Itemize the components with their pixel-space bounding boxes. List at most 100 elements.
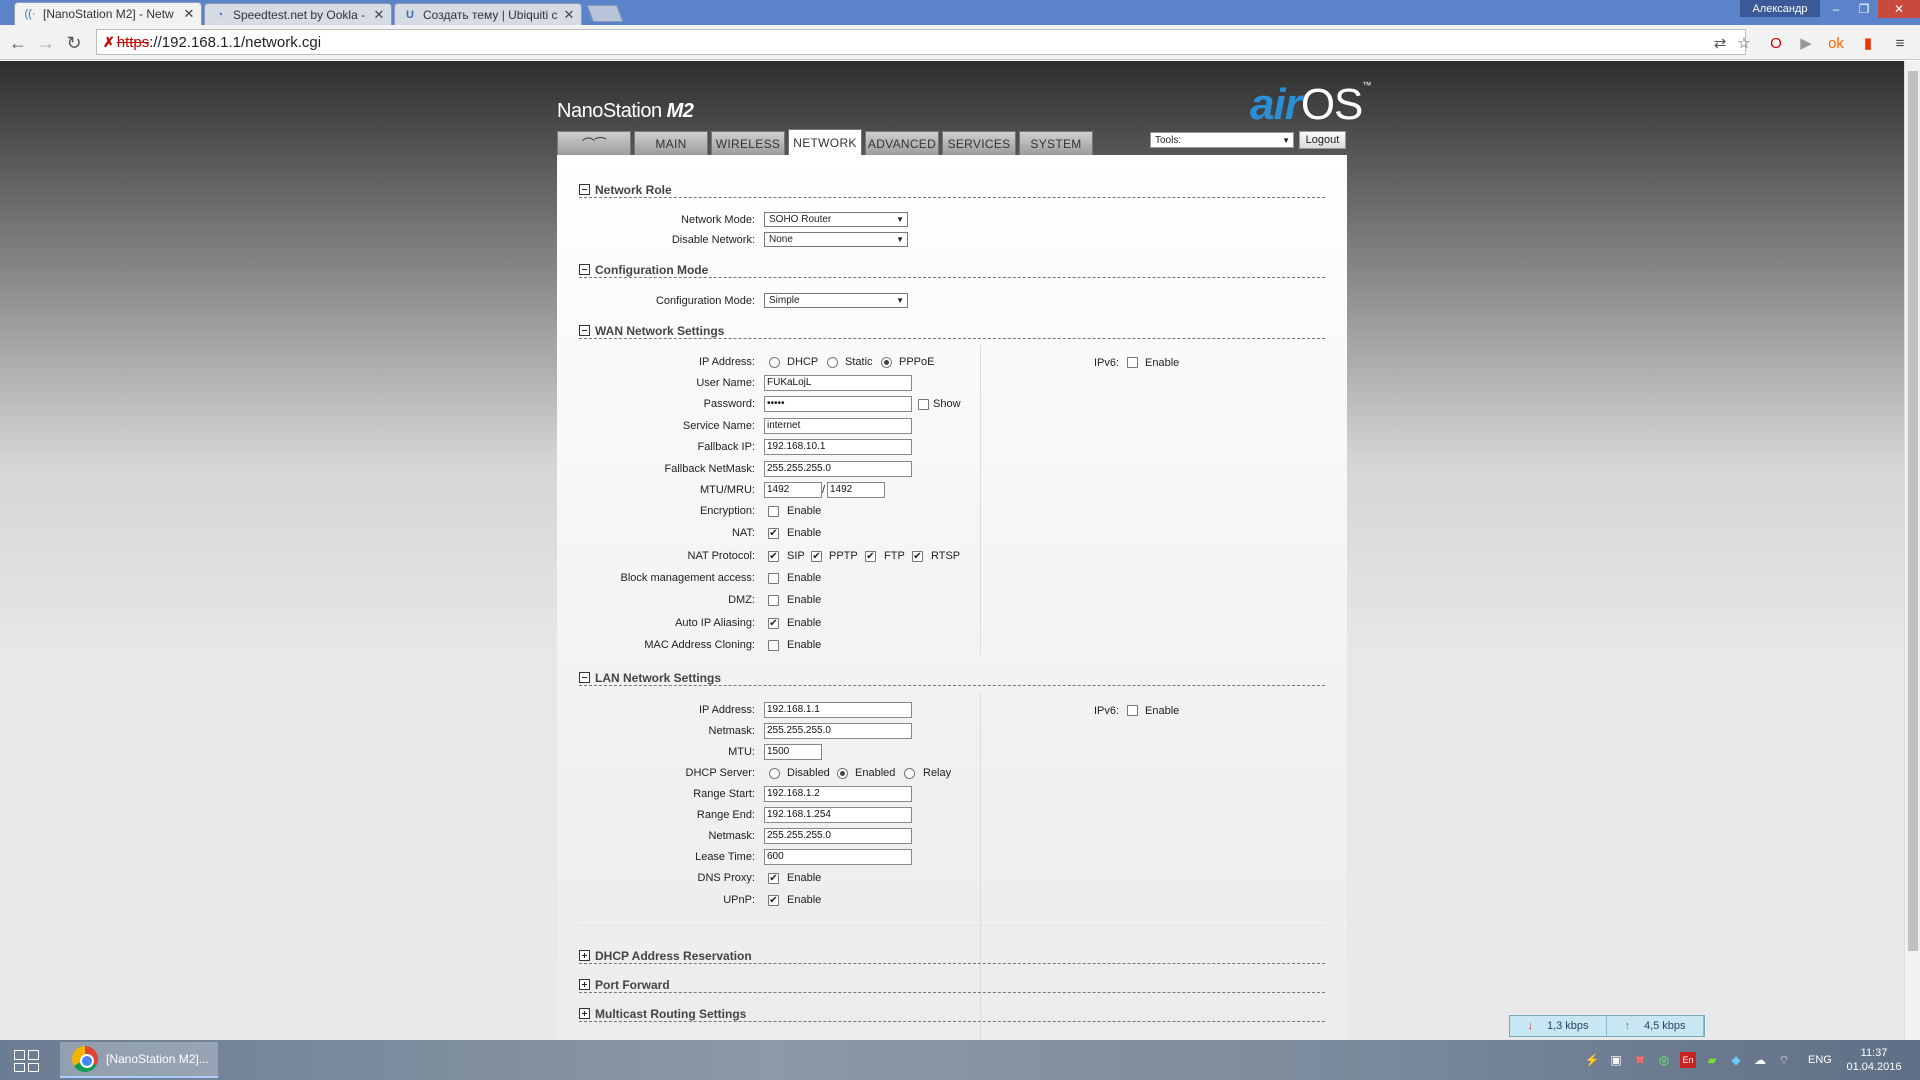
section-multicast-routing[interactable]: Multicast Routing Settings (579, 1006, 1325, 1022)
network-mode-select[interactable]: SOHO Router ▼ (764, 212, 908, 227)
tab-ubiquiti-logo[interactable]: ⌒⁀ (557, 131, 631, 155)
range-end-input[interactable]: 192.168.1.254 (764, 807, 912, 823)
vertical-scrollbar[interactable] (1904, 61, 1920, 1040)
back-icon[interactable]: ← (6, 31, 30, 55)
show-password-checkbox[interactable] (918, 399, 929, 410)
nat-rtsp-checkbox[interactable]: ✔ (912, 551, 923, 562)
logout-button[interactable]: Logout (1299, 131, 1346, 149)
dmz-checkbox[interactable] (768, 595, 779, 606)
section-network-role[interactable]: Network Role (579, 182, 1325, 198)
play-icon[interactable]: ▶ (1796, 33, 1816, 53)
tray-dropbox-icon[interactable]: ◆ (1728, 1052, 1744, 1068)
expand-icon[interactable] (579, 950, 590, 961)
wan-pppoe-radio[interactable] (881, 357, 892, 368)
forward-icon[interactable]: → (34, 31, 58, 55)
collapse-icon[interactable] (579, 325, 590, 336)
lease-time-input[interactable]: 600 (764, 849, 912, 865)
range-start-input[interactable]: 192.168.1.2 (764, 786, 912, 802)
scrollbar-thumb[interactable] (1908, 71, 1918, 951)
configuration-mode-select[interactable]: Simple ▼ (764, 293, 908, 308)
taskbar-clock[interactable]: 11:37 01.04.2016 (1846, 1046, 1902, 1074)
disable-network-select[interactable]: None ▼ (764, 232, 908, 247)
section-port-forward[interactable]: Port Forward (579, 977, 1325, 993)
opera-icon[interactable]: O (1766, 33, 1786, 53)
expand-icon[interactable] (579, 1008, 590, 1019)
section-configuration-mode[interactable]: Configuration Mode (579, 262, 1325, 278)
nat-pptp-checkbox[interactable]: ✔ (811, 551, 822, 562)
tab-services[interactable]: SERVICES (942, 131, 1016, 155)
download-speed: ↓ 1,3 kbps (1510, 1016, 1607, 1036)
block-mgmt-checkbox[interactable] (768, 573, 779, 584)
lan-ipv6-checkbox[interactable] (1127, 705, 1138, 716)
tab-main[interactable]: MAIN (634, 131, 708, 155)
expand-icon[interactable] (579, 979, 590, 990)
fallback-netmask-input[interactable]: 255.255.255.0 (764, 461, 912, 477)
tray-wifi-icon[interactable]: ⌔ (1776, 1052, 1792, 1068)
wan-ipv6-checkbox[interactable] (1127, 357, 1138, 368)
collapse-icon[interactable] (579, 264, 590, 275)
restore-icon[interactable]: ❐ (1850, 0, 1878, 18)
close-window-icon[interactable]: ✕ (1878, 0, 1920, 18)
tab-advanced[interactable]: ADVANCED (865, 131, 939, 155)
dhcp-relay-radio[interactable] (904, 768, 915, 779)
tray-language-icon[interactable]: En (1680, 1052, 1696, 1068)
nat-checkbox[interactable]: ✔ (768, 528, 779, 539)
auto-ip-aliasing-checkbox[interactable]: ✔ (768, 618, 779, 629)
dns-proxy-checkbox[interactable]: ✔ (768, 873, 779, 884)
new-tab-button[interactable] (586, 5, 624, 22)
close-icon[interactable]: ✕ (371, 7, 387, 23)
tab-wireless[interactable]: WIRELESS (711, 131, 785, 155)
mru-input[interactable]: 1492 (827, 482, 885, 498)
window-user-badge[interactable]: Александр (1740, 0, 1820, 17)
tab-system[interactable]: SYSTEM (1019, 131, 1093, 155)
minimize-icon[interactable]: – (1822, 0, 1850, 18)
input-language[interactable]: ENG (1808, 1054, 1832, 1066)
menu-icon[interactable]: ≡ (1890, 33, 1910, 53)
lan-ip-address-input[interactable]: 192.168.1.1 (764, 702, 912, 718)
reload-icon[interactable]: ↻ (62, 31, 86, 55)
section-wan-settings[interactable]: WAN Network Settings (579, 323, 1325, 339)
username-label: User Name: (696, 377, 755, 389)
tray-chrome-icon[interactable]: ◎ (1656, 1052, 1672, 1068)
encryption-checkbox[interactable] (768, 506, 779, 517)
tab-nanostation[interactable]: ((· [NanoStation M2] - Netw ✕ (14, 2, 202, 25)
collapse-icon[interactable] (579, 672, 590, 683)
service-name-input[interactable]: internet (764, 418, 912, 434)
odnoklassniki-icon[interactable]: ok (1826, 33, 1846, 53)
taskbar-chrome-button[interactable]: [NanoStation M2]... (60, 1042, 218, 1078)
translate-icon[interactable]: ⇄ (1710, 33, 1730, 53)
nat-ftp-checkbox[interactable]: ✔ (865, 551, 876, 562)
upnp-checkbox[interactable]: ✔ (768, 895, 779, 906)
lan-mtu-input[interactable]: 1500 (764, 744, 822, 760)
address-bar[interactable]: ✗ https ://192.168.1.1/network.cgi (96, 29, 1746, 55)
bookmark-flag-icon[interactable]: ▮ (1858, 33, 1878, 53)
username-input[interactable]: FUKaLojL (764, 375, 912, 391)
close-icon[interactable]: ✕ (561, 7, 577, 23)
section-lan-settings[interactable]: LAN Network Settings (579, 670, 1325, 686)
tray-usb-icon[interactable]: ▣ (1608, 1052, 1624, 1068)
mtu-input[interactable]: 1492 (764, 482, 822, 498)
tab-network[interactable]: NETWORK (788, 129, 862, 155)
fallback-ip-input[interactable]: 192.168.10.1 (764, 439, 912, 455)
mac-cloning-checkbox[interactable] (768, 640, 779, 651)
tray-network-icon[interactable]: ⚡ (1584, 1052, 1600, 1068)
dhcp-netmask-input[interactable]: 255.255.255.0 (764, 828, 912, 844)
wan-static-radio[interactable] (827, 357, 838, 368)
dhcp-disabled-radio[interactable] (769, 768, 780, 779)
tools-select[interactable]: Tools: ▼ (1150, 132, 1294, 148)
task-view-icon[interactable] (8, 1048, 44, 1074)
tab-ubiquiti-forum[interactable]: U Создать тему | Ubiquiti c ✕ (394, 3, 582, 25)
collapse-icon[interactable] (579, 184, 590, 195)
tray-nvidia-icon[interactable]: ▰ (1704, 1052, 1720, 1068)
tab-speedtest[interactable]: ◔ Speedtest.net by Ookla - ✕ (204, 3, 392, 25)
nat-sip-checkbox[interactable]: ✔ (768, 551, 779, 562)
section-dhcp-reservation[interactable]: DHCP Address Reservation (579, 948, 1325, 964)
wan-dhcp-radio[interactable] (769, 357, 780, 368)
bookmark-star-icon[interactable]: ☆ (1734, 33, 1754, 53)
dhcp-enabled-radio[interactable] (837, 768, 848, 779)
close-icon[interactable]: ✕ (181, 6, 197, 22)
tray-cloud-icon[interactable]: ☁ (1752, 1052, 1768, 1068)
lan-netmask-input[interactable]: 255.255.255.0 (764, 723, 912, 739)
tray-antivirus-icon[interactable]: ✖ (1632, 1052, 1648, 1068)
password-input[interactable]: ••••• (764, 396, 912, 412)
